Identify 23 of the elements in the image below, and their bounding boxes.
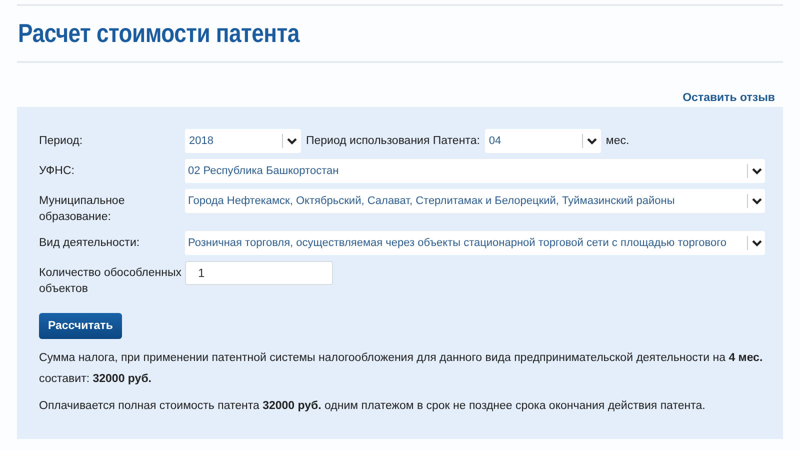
field-label: Период использования Патента:: [306, 135, 480, 147]
unit-label: мес.: [606, 135, 630, 147]
dropdown[interactable]: 2018: [185, 129, 301, 153]
result-text: Сумма налога, при применении патентной системы налогообложения для данного вида предпринимательской деятельности на 4 мес. составит: 32000 руб.: [39, 351, 763, 387]
dropdown[interactable]: 04: [484, 129, 601, 153]
chevron-down-icon: [586, 137, 597, 145]
field-label: Количество обособленных объектов: [39, 266, 182, 297]
dropdown[interactable]: 02 Республика Башкортостан: [185, 159, 765, 183]
chevron-down-icon: [287, 137, 297, 145]
dropdown[interactable]: Города Нефтекамск, Октябрьский, Салават, Стерлитамак и Белорецкий, Туймазинский районы: [185, 189, 765, 213]
field-label: Период:: [39, 134, 84, 149]
field-label: УФНС:: [39, 164, 76, 179]
field-label: Муниципальное образование:: [39, 194, 126, 225]
result-text: Оплачивается полная стоимость патента 32000 руб. одним платежом в срок не позднее срока окончания действия патента.: [39, 399, 706, 414]
chevron-down-icon: [752, 197, 762, 205]
chevron-down-icon: [752, 239, 762, 247]
dropdown[interactable]: Розничная торговля, осуществляемая через объекты стационарной торговой сети с площадью торгового: [185, 231, 765, 255]
feedback-link[interactable]: Оставить отзыв: [682, 92, 775, 104]
calculate-button[interactable]: Рассчитать: [39, 313, 122, 339]
page-title: Расчет стоимости патента: [18, 18, 300, 49]
chevron-down-icon: [752, 167, 762, 175]
field-label: Вид деятельности:: [39, 236, 141, 251]
input-field[interactable]: 1: [185, 261, 333, 285]
